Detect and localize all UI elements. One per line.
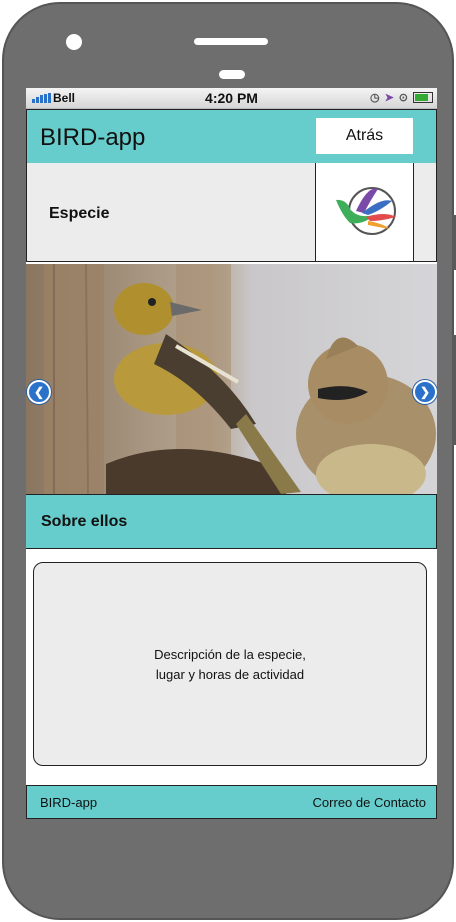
speaker-grille	[194, 38, 268, 45]
carousel-next-button[interactable]: ❯	[413, 380, 437, 404]
proximity-sensor	[219, 70, 245, 79]
chevron-left-icon: ❮	[33, 385, 45, 399]
phone-frame: Bell 4:20 PM ◷ ➤ ⊙ BIRD-app Atrás Especi…	[2, 2, 454, 920]
description-box: Descripción de la especie, lugar y horas…	[33, 562, 427, 766]
app-screen: Bell 4:20 PM ◷ ➤ ⊙ BIRD-app Atrás Especi…	[26, 88, 437, 819]
power-button	[452, 335, 456, 445]
about-section-header: Sobre ellos	[26, 494, 437, 549]
app-title: BIRD-app	[40, 124, 146, 151]
lock-rotation-icon: ⊙	[398, 92, 408, 104]
status-bar: Bell 4:20 PM ◷ ➤ ⊙	[26, 88, 437, 109]
chevron-right-icon: ❯	[419, 385, 431, 399]
hummingbird-logo-icon	[336, 187, 396, 235]
species-logo-box[interactable]	[315, 163, 414, 261]
volume-button	[452, 215, 456, 270]
app-header: BIRD-app Atrás	[26, 109, 437, 164]
clock-icon: ◷	[369, 92, 380, 104]
bird-photo	[26, 264, 437, 494]
species-label: Especie	[49, 205, 110, 222]
description-line-2: lugar y horas de actividad	[155, 667, 305, 682]
about-label: Sobre ellos	[41, 513, 128, 530]
carousel-prev-button[interactable]: ❮	[27, 380, 51, 404]
species-row: Especie	[26, 163, 437, 262]
front-camera	[66, 34, 82, 50]
back-button[interactable]: Atrás	[316, 118, 413, 154]
contact-email-link[interactable]: Correo de Contacto	[313, 795, 426, 810]
footer-app-name: BIRD-app	[40, 795, 98, 810]
battery-icon	[413, 92, 433, 103]
description-line-1: Descripción de la especie,	[154, 647, 306, 662]
location-arrow-icon: ➤	[384, 92, 394, 104]
app-footer: BIRD-app Correo de Contacto	[26, 785, 437, 819]
bird-image-carousel[interactable]: ❮ ❯	[26, 264, 437, 494]
